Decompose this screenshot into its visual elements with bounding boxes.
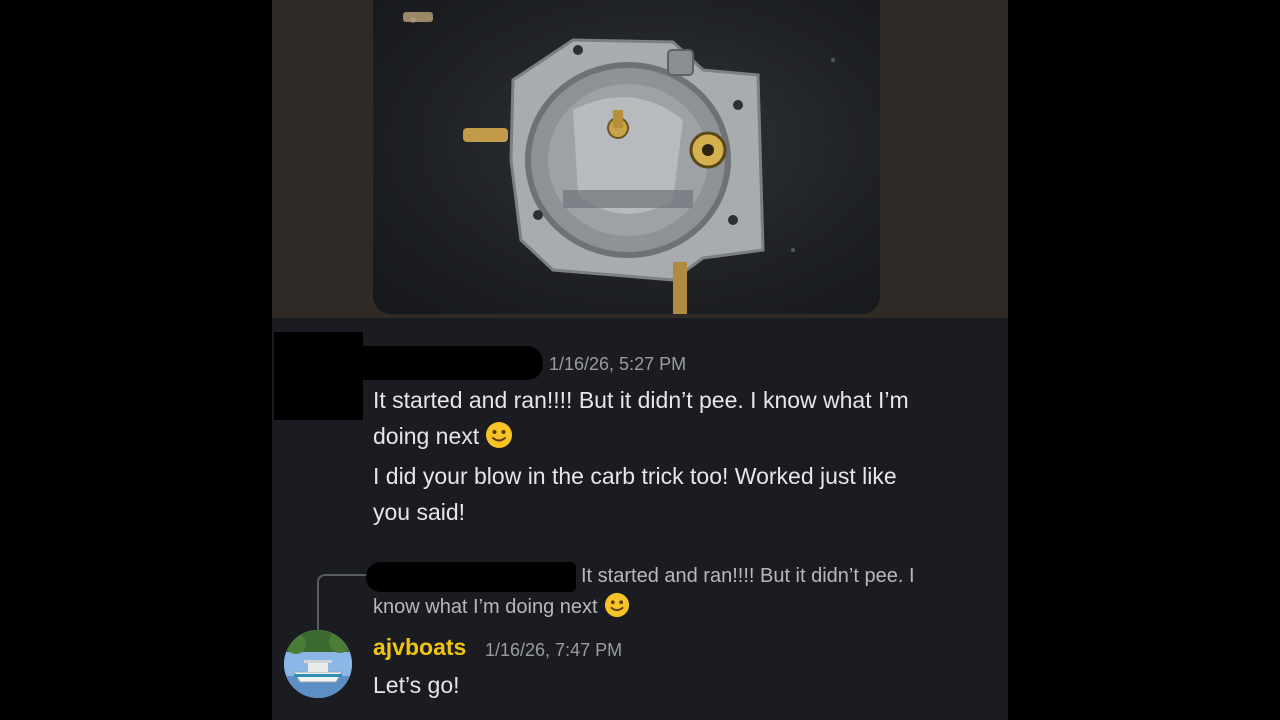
slightly-smiling-face-icon — [486, 422, 513, 448]
message-line: It started and ran!!!! But it didn’t pee… — [373, 387, 909, 413]
message-text: It started and ran!!!! But it didn’t pee… — [373, 382, 1003, 530]
carburetor-photo[interactable] — [373, 0, 880, 314]
message-line: I did your blow in the carb trick too! W… — [373, 463, 897, 489]
message-line: you said! — [373, 499, 466, 525]
reply-quote-text: know what I’m doing next — [373, 596, 598, 618]
message-line: doing next — [373, 423, 480, 449]
screenshot-stage: 1/16/26, 5:27 PM It started and ran!!!! … — [0, 0, 1280, 720]
message-text: Let’s go! — [373, 672, 460, 698]
username[interactable]: ajvboats — [373, 634, 466, 661]
chat-panel: 1/16/26, 5:27 PM It started and ran!!!! … — [272, 0, 1008, 720]
reply-quote-line-with-emoji[interactable]: know what I’m doing next — [373, 592, 630, 623]
message-timestamp: 1/16/26, 5:27 PM — [549, 354, 687, 374]
avatar[interactable] — [284, 630, 352, 698]
slightly-smiling-face-icon — [604, 592, 629, 618]
reply-quote-line[interactable]: It started and ran!!!! But it didn’t pee… — [581, 561, 915, 592]
reply-connector — [317, 574, 373, 630]
redacted-reply-author — [366, 562, 576, 592]
redacted-avatar — [274, 332, 363, 420]
attachment-area — [272, 0, 1008, 318]
boat-photo-icon — [284, 630, 352, 698]
message-line-with-emoji: doing next — [373, 418, 1003, 454]
message-timestamp: 1/16/26, 7:47 PM — [485, 640, 623, 660]
redacted-username — [363, 346, 543, 380]
